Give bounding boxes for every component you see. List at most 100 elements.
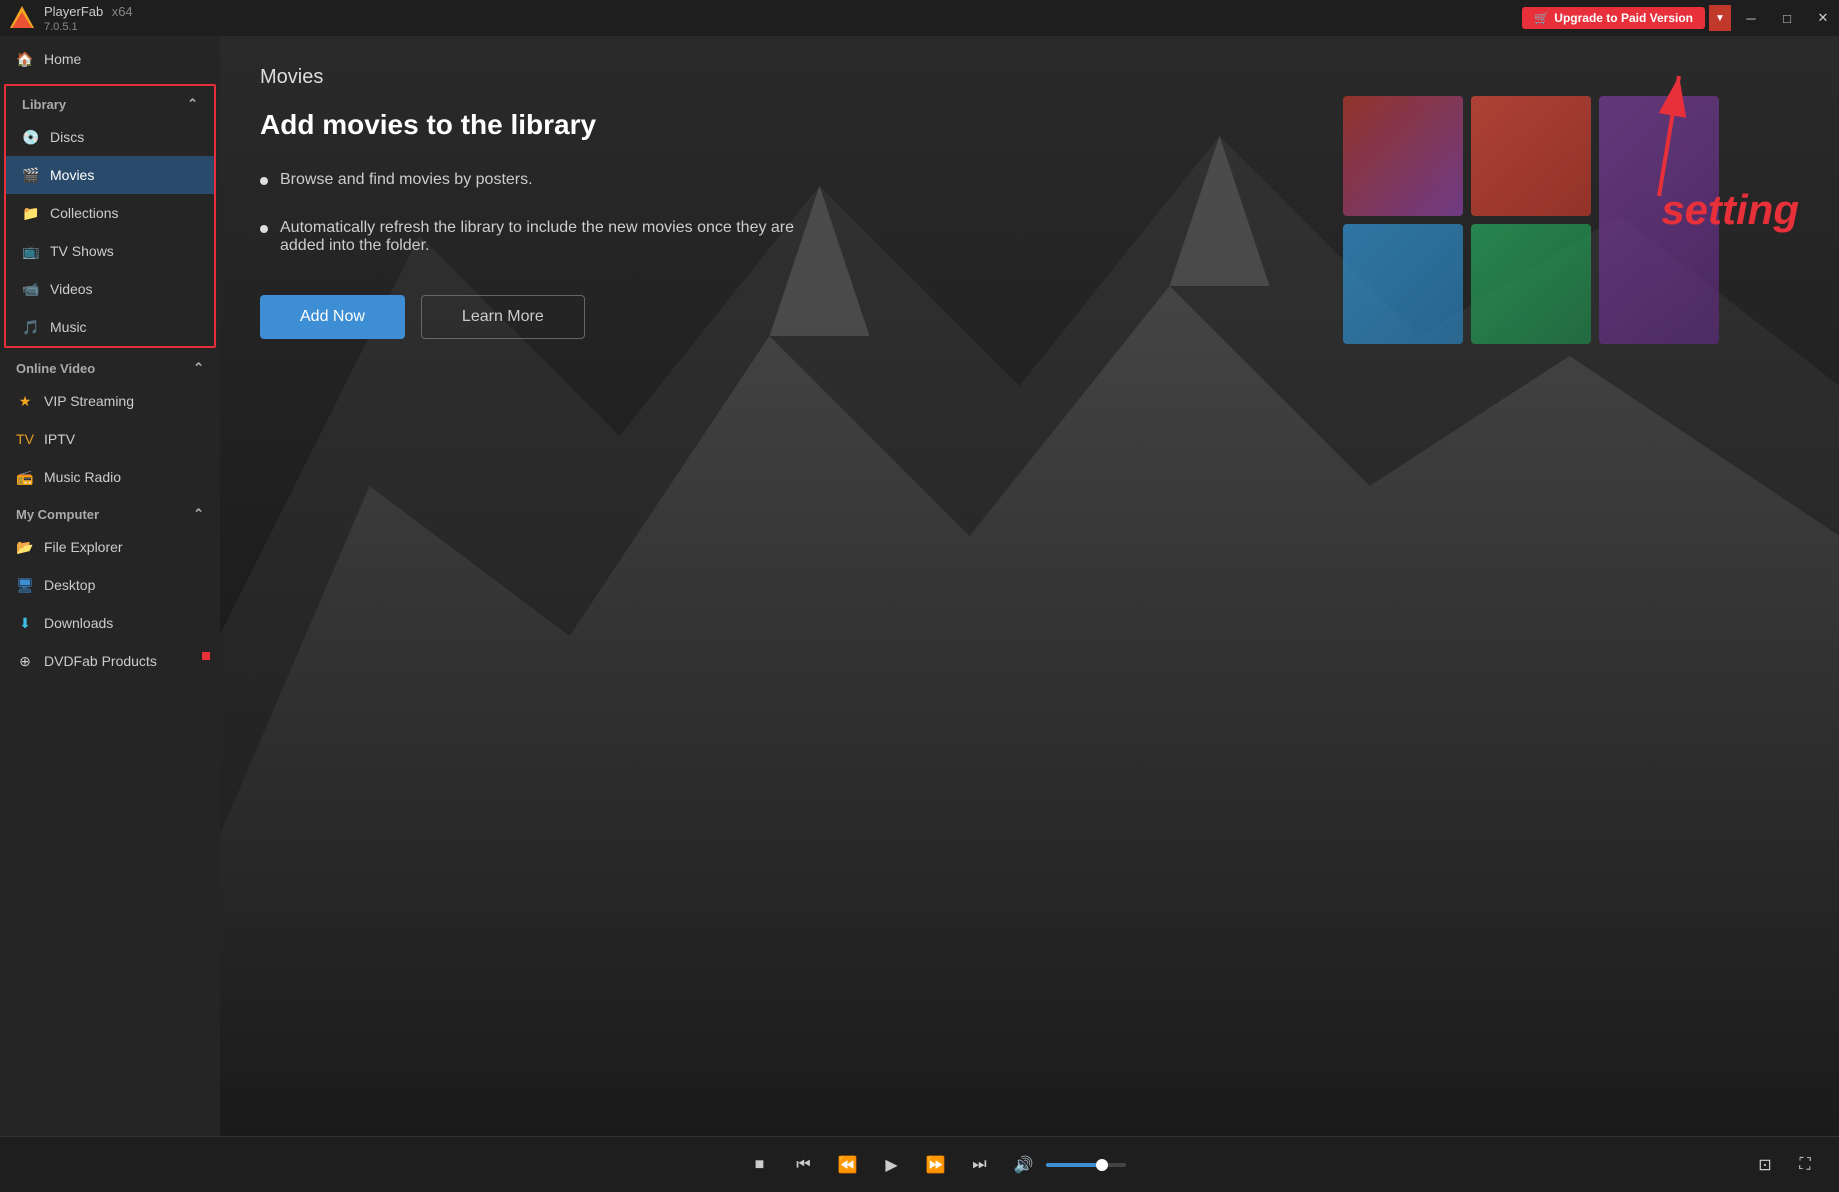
prev-chapter-button[interactable]: ⏮ (790, 1151, 818, 1179)
downloads-icon: ⬇ (16, 614, 34, 632)
content-overlay: Movies Add movies to the library Browse … (220, 36, 1839, 1136)
bullet-item-2: Automatically refresh the library to inc… (260, 219, 820, 255)
sidebar-item-collections[interactable]: 📁 Collections (6, 194, 214, 232)
upgrade-dropdown-button[interactable]: ▼ (1709, 5, 1731, 31)
titlebar: PlayerFab x64 7.0.5.1 🛒 Upgrade to Paid … (0, 0, 1839, 36)
fullscreen-button[interactable]: ⛶ (1791, 1151, 1819, 1179)
app-logo-icon (8, 4, 36, 32)
sidebar-item-dvdfab[interactable]: ⊕ DVDFab Products (0, 642, 220, 680)
file-explorer-icon: 📂 (16, 538, 34, 556)
home-icon: 🏠 (16, 50, 34, 68)
app-info: PlayerFab x64 7.0.5.1 (44, 3, 133, 33)
sidebar-item-vip-streaming[interactable]: ★ VIP Streaming (0, 382, 220, 420)
titlebar-right: 🛒 Upgrade to Paid Version ▼ ─ □ ✕ (1522, 0, 1839, 36)
sidebar-file-explorer-label: File Explorer (44, 539, 123, 555)
play-pause-button[interactable]: ▶ (878, 1151, 906, 1179)
cart-icon: 🛒 (1534, 11, 1549, 25)
bullet-text-2: Automatically refresh the library to inc… (280, 219, 820, 255)
sidebar-item-movies[interactable]: 🎬 Movies (6, 156, 214, 194)
upgrade-button[interactable]: 🛒 Upgrade to Paid Version (1522, 7, 1705, 29)
volume-button[interactable]: 🔊 (1010, 1151, 1038, 1179)
fast-forward-button[interactable]: ⏩ (922, 1151, 950, 1179)
bullet-item-1: Browse and find movies by posters. (260, 171, 820, 189)
sidebar-item-discs[interactable]: 💿 Discs (6, 118, 214, 156)
maximize-icon: □ (1783, 11, 1791, 26)
sidebar-discs-label: Discs (50, 129, 84, 145)
sidebar-item-tv-shows[interactable]: 📺 TV Shows (6, 232, 214, 270)
app-name-label: PlayerFab (44, 4, 103, 19)
sidebar-item-desktop[interactable]: 🖥 Desktop (0, 566, 220, 604)
minimize-button[interactable]: ─ (1735, 0, 1767, 36)
sidebar-item-music-radio[interactable]: 📻 Music Radio (0, 458, 220, 496)
maximize-button[interactable]: □ (1771, 0, 1803, 36)
close-icon: ✕ (1818, 10, 1829, 26)
desktop-icon: 🖥 (16, 576, 34, 594)
vip-streaming-icon: ★ (16, 392, 34, 410)
my-computer-section-label: My Computer (16, 507, 99, 522)
online-video-section-label: Online Video (16, 361, 95, 376)
sidebar-vip-label: VIP Streaming (44, 393, 134, 409)
learn-more-button[interactable]: Learn More (421, 295, 585, 339)
sidebar-radio-label: Music Radio (44, 469, 121, 485)
sidebar-desktop-label: Desktop (44, 577, 95, 593)
next-chapter-button[interactable]: ⏭ (966, 1151, 994, 1179)
volume-bar[interactable] (1046, 1163, 1126, 1167)
rewind-button[interactable]: ⏪ (834, 1151, 862, 1179)
my-computer-section-header: My Computer ⌃ (0, 496, 220, 528)
upgrade-label: Upgrade to Paid Version (1554, 11, 1693, 25)
content-area: setting Movies Add movies to the library… (220, 36, 1839, 1136)
sidebar-music-label: Music (50, 319, 87, 335)
sidebar: 🏠 Home Library ⌃ 💿 Discs 🎬 Movies 📁 Coll… (0, 36, 220, 1136)
dvdfab-notification-dot (202, 652, 210, 660)
chevron-down-icon: ▼ (1715, 13, 1725, 24)
app-arch-label: x64 (112, 4, 133, 19)
player-bar: ■ ⏮ ⏪ ▶ ⏩ ⏭ 🔊 ⊡ ⛶ (0, 1136, 1839, 1192)
main-layout: 🏠 Home Library ⌃ 💿 Discs 🎬 Movies 📁 Coll… (0, 36, 1839, 1136)
sidebar-item-iptv[interactable]: TV IPTV (0, 420, 220, 458)
sidebar-tvshows-label: TV Shows (50, 243, 114, 259)
sidebar-collections-label: Collections (50, 205, 118, 221)
player-right: ⊡ ⛶ (1751, 1151, 1819, 1179)
close-button[interactable]: ✕ (1807, 0, 1839, 36)
disc-icon: 💿 (22, 128, 40, 146)
sidebar-item-music[interactable]: 🎵 Music (6, 308, 214, 346)
library-section-wrapper: Library ⌃ 💿 Discs 🎬 Movies 📁 Collections… (4, 84, 216, 348)
bullet-dot-1 (260, 177, 268, 185)
minimize-icon: ─ (1746, 11, 1755, 26)
stop-button[interactable]: ■ (746, 1151, 774, 1179)
player-controls: ■ ⏮ ⏪ ▶ ⏩ ⏭ 🔊 (120, 1151, 1751, 1179)
dvdfab-icon: ⊕ (16, 652, 34, 670)
music-radio-icon: 📻 (16, 468, 34, 486)
library-section-header: Library ⌃ (6, 86, 214, 118)
sidebar-home-label: Home (44, 51, 81, 67)
collections-icon: 📁 (22, 204, 40, 222)
titlebar-left: PlayerFab x64 7.0.5.1 (8, 3, 133, 33)
page-title: Movies (260, 66, 1799, 89)
online-video-chevron-icon: ⌃ (193, 360, 204, 376)
sidebar-item-downloads[interactable]: ⬇ Downloads (0, 604, 220, 642)
library-chevron-icon: ⌃ (187, 96, 198, 112)
tv-shows-icon: 📺 (22, 242, 40, 260)
add-now-button[interactable]: Add Now (260, 295, 405, 339)
volume-fill (1046, 1163, 1102, 1167)
library-section-label: Library (22, 97, 66, 112)
feature-bullet-list: Browse and find movies by posters. Autom… (260, 171, 1799, 255)
online-video-section-header: Online Video ⌃ (0, 350, 220, 382)
bullet-text-1: Browse and find movies by posters. (280, 171, 533, 189)
action-buttons: Add Now Learn More (260, 295, 1799, 339)
add-movies-heading: Add movies to the library (260, 109, 1799, 141)
app-version-label: 7.0.5.1 (44, 21, 133, 33)
aspect-ratio-button[interactable]: ⊡ (1751, 1151, 1779, 1179)
bullet-dot-2 (260, 225, 268, 233)
sidebar-movies-label: Movies (50, 167, 94, 183)
sidebar-item-videos[interactable]: 📹 Videos (6, 270, 214, 308)
sidebar-item-home[interactable]: 🏠 Home (0, 36, 220, 82)
videos-icon: 📹 (22, 280, 40, 298)
setting-annotation-text: setting (1661, 186, 1799, 234)
sidebar-videos-label: Videos (50, 281, 93, 297)
my-computer-chevron-icon: ⌃ (193, 506, 204, 522)
iptv-icon: TV (16, 430, 34, 448)
sidebar-downloads-label: Downloads (44, 615, 113, 631)
sidebar-item-file-explorer[interactable]: 📂 File Explorer (0, 528, 220, 566)
volume-area: 🔊 (1010, 1151, 1126, 1179)
